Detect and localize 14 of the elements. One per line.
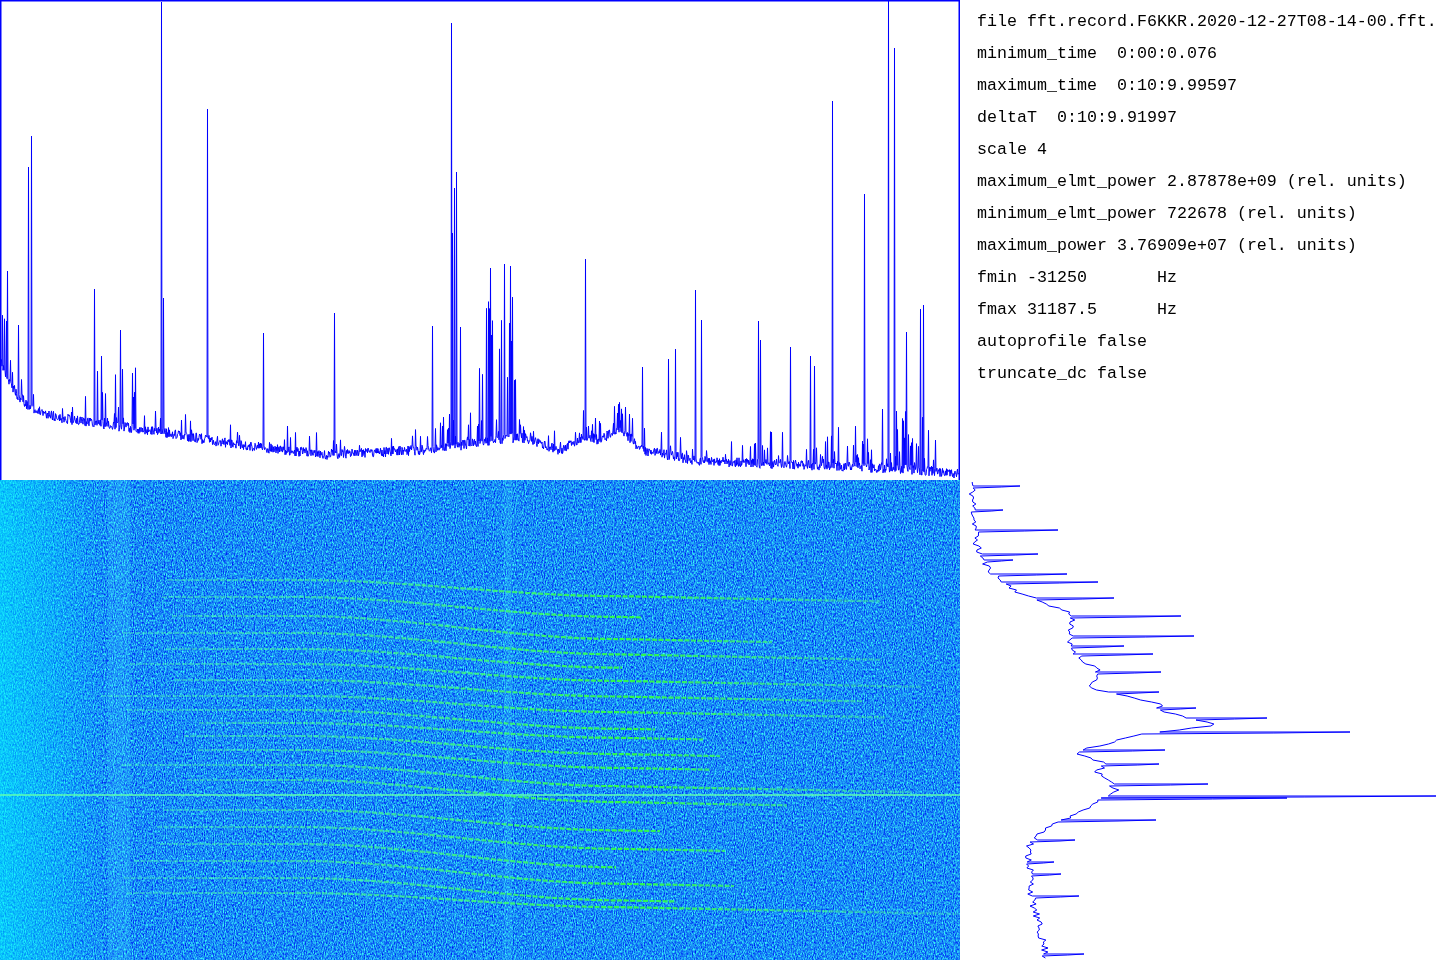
info-line: maximum_time 0:10:9.99597: [977, 75, 1237, 97]
info-line: autoprofile false: [977, 331, 1147, 353]
info-line: minimum_elmt_power 722678 (rel. units): [977, 203, 1357, 225]
info-line: scale 4: [977, 139, 1047, 161]
info-line: maximum_elmt_power 2.87878e+09 (rel. units): [977, 171, 1407, 193]
info-line: deltaT 0:10:9.91997: [977, 107, 1177, 129]
unit-label: Hz: [1156, 267, 1177, 289]
info-line: maximum_power 3.76909e+07 (rel. units): [977, 235, 1357, 257]
info-line: fmax 31187.5: [977, 299, 1097, 321]
info-line: minimum_time 0:00:0.076: [977, 43, 1217, 65]
info-line: truncate_dc false: [977, 363, 1147, 385]
info-line: file fft.record.F6KKR.2020-12-27T08-14-00.fft.: [977, 11, 1437, 33]
unit-label: Hz: [1156, 299, 1177, 321]
info-line: fmin -31250: [977, 267, 1087, 289]
